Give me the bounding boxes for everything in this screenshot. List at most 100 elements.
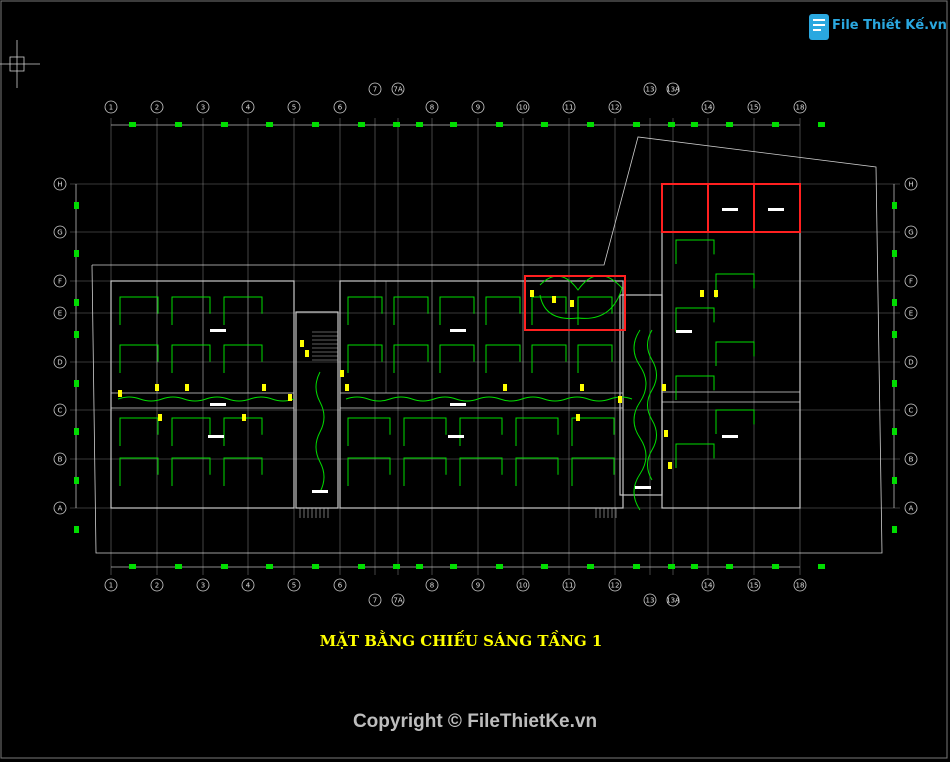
grid-label: 13: [646, 86, 655, 94]
grid-label: 3: [201, 582, 205, 590]
dimension-tick: [892, 428, 897, 435]
light-fixture: [618, 396, 622, 403]
grid-label: 3: [201, 104, 205, 112]
dimension-tick: [74, 380, 79, 387]
drawing-title: MẶT BẰNG CHIẾU SÁNG TẦNG 1: [319, 632, 603, 650]
copyright-watermark: Copyright © FileThietKe.vn: [352, 711, 598, 732]
dimension-tick: [892, 380, 897, 387]
grid-label: 14: [704, 104, 713, 112]
circuit-line: [715, 273, 755, 298]
circuit-line: [347, 457, 391, 486]
dimension-tick: [691, 564, 698, 569]
grid-label: 5: [292, 582, 296, 590]
circuit-line: [571, 417, 615, 446]
circuit-line: [439, 344, 475, 373]
grid-label: 6: [338, 582, 343, 590]
light-fixture: [118, 390, 122, 397]
highlighted-room: [524, 275, 626, 331]
circuit-line: [715, 409, 755, 434]
grid-label: 12: [611, 104, 620, 112]
light-fixture: [700, 290, 704, 297]
dimension-tick: [358, 564, 365, 569]
dimension-tick: [416, 122, 423, 127]
circuit-line: [531, 296, 567, 325]
grid-label: 2: [155, 582, 159, 590]
dimension-tick: [892, 202, 897, 209]
circuit-line: [119, 417, 159, 446]
light-fixture: [503, 384, 507, 391]
grid-label: 8: [430, 582, 434, 590]
light-fixture: [530, 290, 534, 297]
grid-label: 15: [750, 582, 759, 590]
row-label-right: G: [904, 225, 918, 239]
dimension-tick: [668, 564, 675, 569]
light-fixtures: [118, 208, 784, 493]
column-label-top: 1: [104, 100, 118, 114]
grid-label: 13A: [666, 597, 680, 605]
light-fixture: [155, 384, 159, 391]
circuit-line: [119, 344, 159, 373]
room-tag: [448, 435, 464, 438]
circuit-line: [171, 296, 211, 325]
column-label-bottom: 4: [241, 578, 255, 592]
grid-label: E: [909, 310, 913, 318]
dimension-tick: [74, 202, 79, 209]
light-fixture: [576, 414, 580, 421]
circuit-line: [171, 457, 211, 486]
light-fixture: [664, 430, 668, 437]
circuit-line: [439, 296, 475, 325]
circuit-line: [393, 344, 429, 373]
dimension-tick: [312, 122, 319, 127]
circuit-line: [393, 296, 429, 325]
column-grid-labels-bottom: 1 2 3 4 5 67 7A8 9 10 11 1213 13A14 15 18: [104, 578, 807, 607]
column-label-bottom: 8: [425, 578, 439, 592]
dimension-tick: [496, 564, 503, 569]
column-label-top: 7: [368, 82, 382, 96]
column-label-bottom: 11: [562, 578, 576, 592]
dimension-tick: [496, 122, 503, 127]
grid-label: 9: [476, 104, 480, 112]
light-fixture: [570, 300, 574, 307]
light-fixture: [288, 394, 292, 401]
dimension-tick: [772, 564, 779, 569]
circuit-line: [223, 344, 263, 373]
grid-label: H: [908, 181, 913, 189]
column-label-bottom: 7: [368, 593, 382, 607]
light-fixture: [262, 384, 266, 391]
room-tag: [312, 490, 328, 493]
dimension-tick: [541, 122, 548, 127]
circuit-line: [485, 344, 521, 373]
row-label-left: H: [53, 177, 67, 191]
grid-label: 7A: [393, 597, 402, 605]
room-tag: [208, 435, 224, 438]
corridor-circuit: [117, 396, 295, 402]
column-label-bottom: 18: [793, 578, 807, 592]
dimension-tick: [633, 564, 640, 569]
grid-label: 13: [646, 597, 655, 605]
grid-label: 4: [246, 104, 251, 112]
column-label-top: 14: [701, 100, 715, 114]
grid-label: A: [909, 505, 914, 513]
circuit-line: [347, 344, 383, 373]
dimension-tick: [393, 564, 400, 569]
grid-label: F: [58, 278, 62, 286]
ucs-cursor-icon: [0, 40, 40, 88]
room-walls: [110, 183, 801, 518]
column-label-bottom: 7A: [391, 593, 405, 607]
highlighted-room: [661, 183, 709, 233]
dimension-tick: [221, 564, 228, 569]
room-tag: [635, 486, 651, 489]
light-fixture: [668, 462, 672, 469]
light-fixture: [345, 384, 349, 391]
grid-label: 13A: [666, 86, 680, 94]
row-label-left: C: [53, 403, 67, 417]
dimension-tick: [129, 122, 136, 127]
column-label-bottom: 14: [701, 578, 715, 592]
grid-label: F: [909, 278, 913, 286]
row-label-right: E: [904, 306, 918, 320]
circuit-line: [485, 296, 521, 325]
grid-label: 5: [292, 104, 296, 112]
column-label-top: 12: [608, 100, 622, 114]
column-label-top: 13A: [666, 82, 680, 96]
row-label-right: C: [904, 403, 918, 417]
